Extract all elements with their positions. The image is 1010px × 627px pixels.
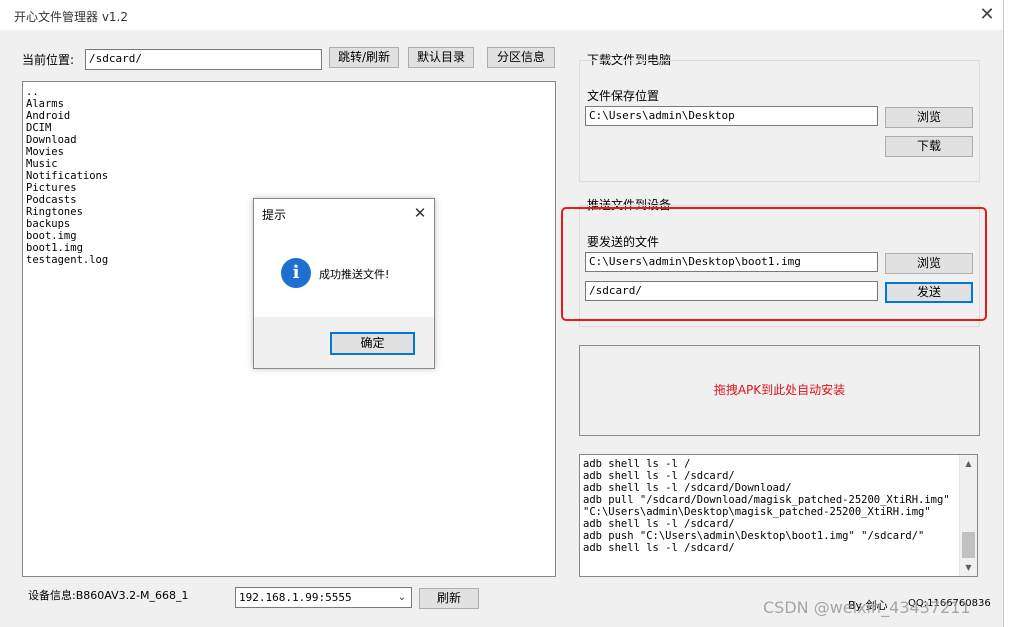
title-bar: 开心文件管理器 v1.2 ✕ bbox=[0, 0, 1003, 30]
app-window: 开心文件管理器 v1.2 ✕ 当前位置: /sdcard/ 跳转/刷新 默认目录… bbox=[0, 0, 1004, 627]
file-list-item[interactable]: Alarms bbox=[26, 98, 552, 110]
apk-drop-zone[interactable]: 拖拽APK到此处自动安装 bbox=[579, 345, 980, 436]
log-line: adb shell ls -l /sdcard/ bbox=[583, 518, 735, 530]
file-list-item[interactable]: Pictures bbox=[26, 182, 552, 194]
log-line: "C:\Users\admin\Desktop\magisk_patched-2… bbox=[583, 506, 931, 518]
file-list-item[interactable]: DCIM bbox=[26, 122, 552, 134]
download-browse-button[interactable]: 浏览 bbox=[885, 107, 973, 128]
window-title: 开心文件管理器 v1.2 bbox=[14, 10, 129, 24]
chevron-down-icon[interactable]: ⌄ bbox=[395, 588, 409, 607]
watermark: CSDN @weixin_43437211 bbox=[763, 598, 971, 617]
dialog-title: 提示 bbox=[262, 208, 287, 222]
command-log[interactable]: adb shell ls -l / adb shell ls -l /sdcard… bbox=[579, 454, 978, 577]
file-list-item[interactable]: Android bbox=[26, 110, 552, 122]
download-button[interactable]: 下载 bbox=[885, 136, 973, 157]
file-list-item[interactable]: .. bbox=[26, 86, 552, 98]
dialog-message: 成功推送文件! bbox=[319, 268, 390, 281]
scroll-thumb[interactable] bbox=[962, 532, 975, 558]
file-list-item[interactable]: Download bbox=[26, 134, 552, 146]
default-dir-button[interactable]: 默认目录 bbox=[408, 47, 474, 68]
save-path-input[interactable]: C:\Users\admin\Desktop bbox=[585, 106, 878, 126]
file-list-item[interactable]: Notifications bbox=[26, 170, 552, 182]
device-address-select[interactable]: 192.168.1.99:5555 ⌄ bbox=[235, 587, 412, 608]
info-icon: i bbox=[281, 258, 311, 288]
device-refresh-button[interactable]: 刷新 bbox=[419, 588, 479, 609]
log-line: adb shell ls -l / bbox=[583, 458, 691, 470]
dialog-footer: 确定 bbox=[254, 317, 434, 368]
close-icon[interactable]: ✕ bbox=[972, 0, 1002, 30]
file-list-item[interactable]: Music bbox=[26, 158, 552, 170]
log-line: adb shell ls -l /sdcard/Download/ bbox=[583, 482, 792, 494]
dialog-close-icon[interactable]: ✕ bbox=[410, 203, 430, 223]
log-line: adb pull "/sdcard/Download/magisk_patche… bbox=[583, 494, 950, 506]
highlight-annotation-box bbox=[561, 207, 987, 321]
scroll-up-icon[interactable]: ▲ bbox=[960, 455, 977, 472]
log-line: adb push "C:\Users\admin\Desktop\boot1.i… bbox=[583, 530, 925, 542]
file-list-item[interactable]: Movies bbox=[26, 146, 552, 158]
dialog-ok-button[interactable]: 确定 bbox=[330, 332, 415, 355]
log-line: adb shell ls -l /sdcard/ bbox=[583, 542, 735, 554]
log-lines: adb shell ls -l / adb shell ls -l /sdcard… bbox=[583, 458, 961, 554]
log-line: adb shell ls -l /sdcard/ bbox=[583, 470, 735, 482]
location-label: 当前位置: bbox=[22, 53, 75, 67]
device-address-value: 192.168.1.99:5555 bbox=[239, 591, 352, 604]
partition-info-button[interactable]: 分区信息 bbox=[487, 47, 555, 68]
save-location-label: 文件保存位置 bbox=[587, 89, 660, 103]
device-info-label: 设备信息:B860AV3.2-M_668_1 bbox=[28, 589, 189, 602]
scroll-down-icon[interactable]: ▼ bbox=[960, 559, 977, 576]
log-scrollbar[interactable]: ▲ ▼ bbox=[959, 455, 977, 576]
path-input[interactable]: /sdcard/ bbox=[85, 49, 322, 70]
jump-refresh-button[interactable]: 跳转/刷新 bbox=[329, 47, 399, 68]
message-dialog: 提示 ✕ i 成功推送文件! 确定 bbox=[253, 198, 435, 369]
